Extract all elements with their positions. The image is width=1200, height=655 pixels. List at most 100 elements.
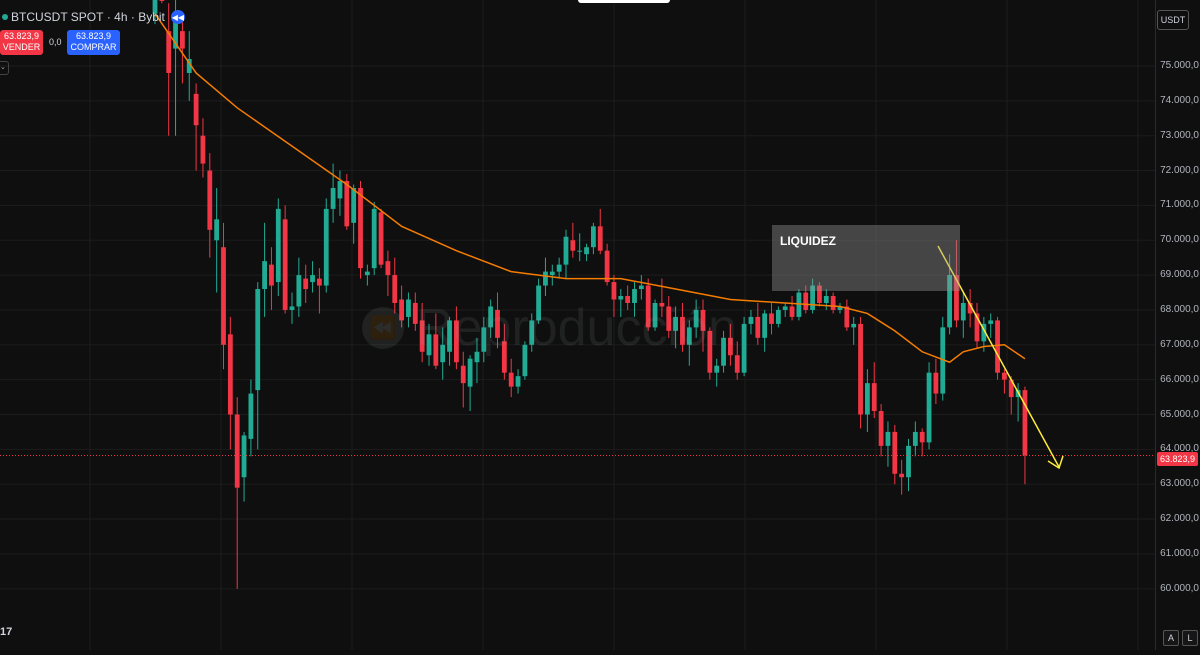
- sell-label: VENDER: [2, 42, 41, 52]
- candle: [789, 296, 795, 321]
- candle: [262, 222, 267, 317]
- fast-backward-icon[interactable]: ◀◀: [170, 10, 185, 24]
- log-scale-button[interactable]: L: [1182, 630, 1198, 646]
- candle-body: [248, 393, 254, 439]
- candle: [858, 316, 863, 429]
- candle-body: [844, 306, 850, 328]
- candle-body: [344, 181, 350, 227]
- candle: [638, 275, 644, 300]
- candle: [460, 351, 466, 408]
- candle-body: [611, 282, 617, 300]
- candle: [200, 118, 206, 178]
- candle: [344, 174, 350, 230]
- top-panel-handle[interactable]: [578, 0, 670, 3]
- candle-body: [275, 208, 281, 283]
- candle-body: [906, 445, 911, 478]
- candle-body: [303, 278, 309, 290]
- candle: [207, 153, 213, 258]
- candle: [844, 299, 850, 331]
- candle: [912, 421, 918, 457]
- symbol-header[interactable]: BTCUSDT SPOT · 4h · Bybit ◀◀: [0, 8, 185, 26]
- candle: [467, 355, 473, 412]
- candle: [899, 459, 905, 495]
- candle: [748, 309, 754, 335]
- candle: [323, 198, 329, 293]
- price-tick-label: 62.000,0: [1160, 513, 1199, 525]
- interval-label[interactable]: 4h: [114, 10, 127, 24]
- candle-body: [515, 376, 521, 387]
- rewind-icon: ⏪: [362, 307, 404, 349]
- candle-body: [317, 278, 322, 286]
- candle-body: [241, 435, 247, 478]
- candle-body: [214, 219, 220, 241]
- currency-selector[interactable]: USDT: [1157, 10, 1189, 30]
- candle-body: [255, 289, 261, 391]
- candle-body: [358, 187, 363, 269]
- candle-body: [351, 187, 357, 223]
- candle: [159, 0, 165, 4]
- candle: [577, 233, 583, 262]
- candle-body: [995, 320, 1000, 373]
- candle-body: [885, 431, 891, 446]
- candle-body: [926, 372, 932, 443]
- candle-body: [597, 226, 603, 251]
- candle-body: [769, 313, 774, 324]
- candle-body: [282, 219, 288, 310]
- price-tick-label: 70.000,0: [1160, 234, 1199, 246]
- candle-body: [180, 31, 185, 49]
- price-axis[interactable]: 75.000,0 74.000,0 73.000,0 72.000,0 71.000,0…: [1155, 0, 1200, 650]
- candle-body: [166, 31, 172, 73]
- price-tick-label: 75.000,0: [1160, 60, 1199, 71]
- collapse-chevron-icon[interactable]: ⌄: [0, 61, 9, 75]
- candle: [563, 229, 569, 279]
- candle-body: [289, 306, 295, 310]
- price-tick-label: 63.000,0: [1160, 478, 1199, 490]
- candle-body: [803, 292, 809, 310]
- exchange-name: Bybit: [138, 10, 165, 24]
- candle-body: [714, 365, 720, 373]
- replay-watermark: ⏪ Reproducción: [362, 298, 737, 358]
- candle: [933, 358, 939, 405]
- symbol-name[interactable]: BTCUSDT SPOT: [11, 10, 103, 24]
- candle-body: [899, 473, 905, 478]
- candle-body: [570, 240, 576, 251]
- sell-button[interactable]: 63.823,9 VENDER: [0, 30, 43, 55]
- candle-body: [775, 309, 781, 324]
- candle: [892, 424, 898, 485]
- candle-body: [234, 414, 240, 488]
- candle: [337, 170, 343, 216]
- candle: [865, 369, 870, 432]
- candle: [303, 264, 309, 303]
- auto-scale-button[interactable]: A: [1163, 630, 1179, 646]
- candle: [741, 316, 747, 377]
- candle-body: [549, 271, 555, 276]
- price-tick-label: 67.000,0: [1160, 338, 1199, 350]
- sell-price: 63.823,9: [3, 31, 40, 41]
- liquidity-zone[interactable]: LIQUIDEZ: [772, 224, 960, 291]
- candle-body: [467, 358, 473, 387]
- spread-value: 0,0: [49, 37, 62, 47]
- buy-button[interactable]: 63.823,9 COMPRAR: [67, 30, 120, 55]
- candle: [227, 316, 233, 450]
- candle: [837, 302, 843, 314]
- candle-body: [371, 208, 377, 269]
- replay-watermark-text: Reproducción: [416, 299, 737, 357]
- candle: [1002, 369, 1007, 394]
- candle: [248, 379, 254, 457]
- candle-body: [892, 431, 898, 474]
- candle-body: [200, 135, 206, 164]
- candle: [234, 397, 240, 589]
- candle: [988, 313, 994, 338]
- candle-body: [858, 323, 863, 415]
- candle-body: [741, 323, 747, 373]
- candle: [926, 362, 932, 450]
- candle-body: [269, 264, 274, 286]
- candle-body: [193, 93, 199, 126]
- candle-body: [563, 236, 569, 265]
- candles: [152, 0, 1028, 589]
- candle-body: [591, 226, 596, 248]
- candle-body: [364, 271, 370, 276]
- price-tick-label: 74.000,0: [1160, 94, 1199, 106]
- candle: [885, 421, 891, 467]
- candle: [995, 316, 1000, 380]
